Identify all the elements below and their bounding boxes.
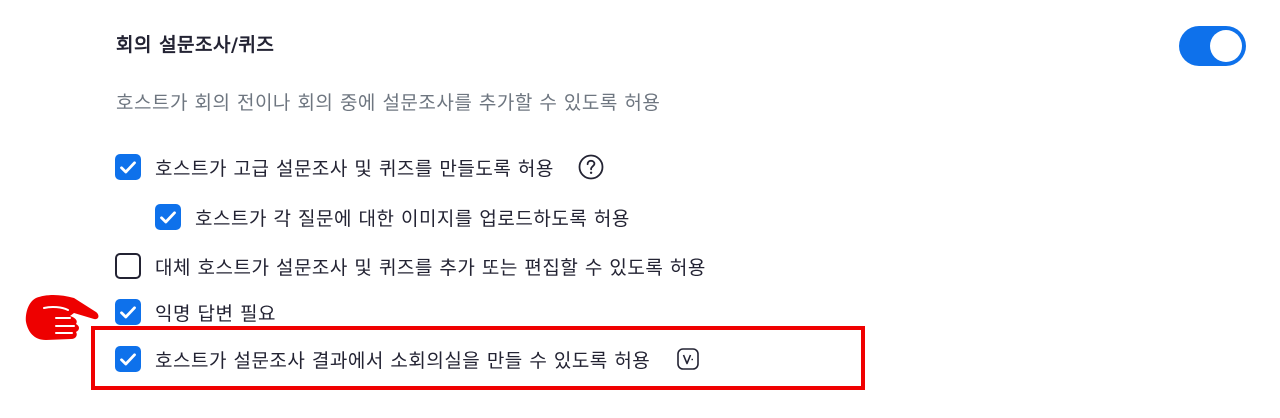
checkbox-advanced-polls[interactable] bbox=[115, 154, 141, 180]
checkbox-anonymous-answers[interactable] bbox=[115, 299, 141, 325]
toggle-knob bbox=[1210, 30, 1242, 62]
option-label: 호스트가 각 질문에 대한 이미지를 업로드하도록 허용 bbox=[195, 207, 630, 230]
checkmark-icon bbox=[160, 210, 176, 223]
question-circle-icon[interactable] bbox=[578, 154, 604, 180]
checkmark-icon bbox=[120, 160, 136, 173]
checkbox-upload-images[interactable] bbox=[155, 204, 181, 230]
option-upload-images[interactable]: 호스트가 각 질문에 대한 이미지를 업로드하도록 허용 bbox=[155, 201, 630, 233]
option-alternative-host-edit[interactable]: 대체 호스트가 설문조사 및 퀴즈를 추가 또는 편집할 수 있도록 허용 bbox=[115, 250, 706, 282]
pointing-hand-icon bbox=[16, 288, 108, 344]
option-advanced-polls[interactable]: 호스트가 고급 설문조사 및 퀴즈를 만들도록 허용 bbox=[115, 151, 604, 183]
setting-description: 호스트가 회의 전이나 회의 중에 설문조사를 추가할 수 있도록 허용 bbox=[116, 92, 661, 114]
option-label: 호스트가 고급 설문조사 및 퀴즈를 만들도록 허용 bbox=[155, 157, 554, 180]
highlight-box bbox=[91, 326, 865, 390]
option-anonymous-answers[interactable]: 익명 답변 필요 bbox=[115, 296, 276, 328]
meeting-poll-setting-panel: 회의 설문조사/퀴즈 호스트가 회의 전이나 회의 중에 설문조사를 추가할 수… bbox=[0, 0, 1280, 418]
option-label: 대체 호스트가 설문조사 및 퀴즈를 추가 또는 편집할 수 있도록 허용 bbox=[155, 256, 706, 279]
option-label: 익명 답변 필요 bbox=[155, 302, 276, 325]
checkbox-alternative-host-edit[interactable] bbox=[115, 253, 141, 279]
setting-title: 회의 설문조사/퀴즈 bbox=[116, 34, 275, 56]
checkmark-icon bbox=[120, 305, 136, 318]
meeting-poll-toggle[interactable] bbox=[1179, 26, 1246, 66]
